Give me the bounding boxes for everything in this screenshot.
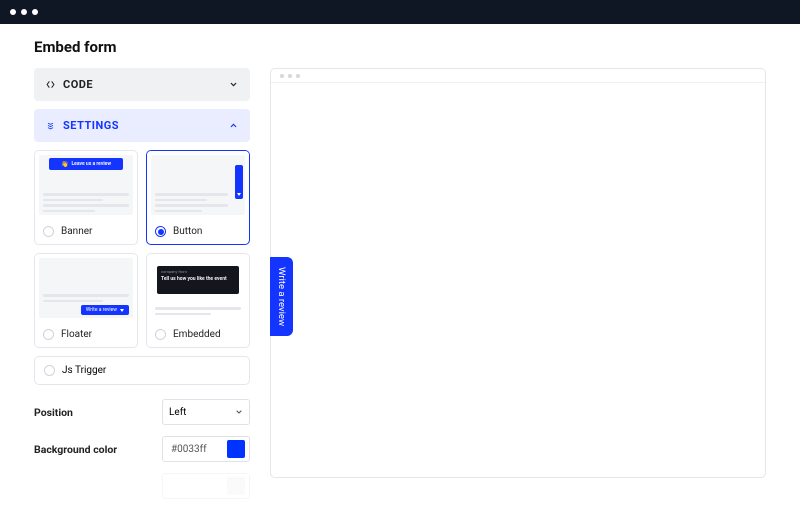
accordion-settings-label: SETTINGS [63, 119, 119, 132]
preview-floating-button[interactable]: Write a review [270, 257, 293, 336]
thumb-banner: 👋Leave us a review [35, 151, 137, 219]
position-select[interactable]: Left [162, 399, 250, 425]
accordion-code-header[interactable]: CODE [34, 68, 250, 101]
option-label: Embedded [173, 329, 221, 340]
window-titlebar [0, 0, 800, 24]
chevron-up-icon [229, 121, 238, 130]
thumb-floater: Write a review [35, 254, 137, 322]
display-option-js-trigger[interactable]: Js Trigger [34, 356, 250, 385]
next-setting-label [34, 480, 37, 493]
position-value: Left [169, 407, 186, 418]
option-label: Banner [61, 226, 92, 237]
radio-floater[interactable] [43, 329, 54, 340]
radio-js-trigger[interactable] [44, 365, 55, 376]
settings-sidebar: CODE SETTINGS [34, 68, 256, 508]
chevron-down-icon [235, 408, 243, 416]
bg-color-input[interactable]: #0033ff [162, 436, 250, 462]
option-label: Floater [61, 329, 92, 340]
position-label: Position [34, 406, 73, 419]
radio-banner[interactable] [43, 226, 54, 237]
next-color-input[interactable] [162, 473, 250, 499]
preview-browser-chrome [271, 69, 765, 83]
bg-color-value: #0033ff [171, 444, 207, 455]
settings-icon [46, 121, 55, 130]
display-option-button[interactable]: Button [146, 150, 250, 245]
form-preview-pane: Write a review [270, 68, 766, 478]
option-label: Js Trigger [62, 365, 106, 376]
thumb-button [147, 151, 249, 219]
bg-color-swatch[interactable] [227, 440, 245, 458]
code-icon [46, 80, 55, 89]
window-dot [10, 9, 16, 15]
window-dot [32, 9, 38, 15]
radio-embedded[interactable] [155, 329, 166, 340]
accordion-settings-header[interactable]: SETTINGS [34, 109, 250, 142]
display-option-floater[interactable]: Write a review Floater [34, 253, 138, 348]
bg-color-label: Background color [34, 443, 117, 456]
display-option-banner[interactable]: 👋Leave us a review Banner [34, 150, 138, 245]
display-option-embedded[interactable]: company fromTell us how you like the eve… [146, 253, 250, 348]
radio-button[interactable] [155, 226, 166, 237]
chevron-down-icon [229, 80, 238, 89]
page-title: Embed form [34, 38, 766, 56]
option-label: Button [173, 226, 202, 237]
accordion-code-label: CODE [63, 78, 93, 91]
window-dot [21, 9, 27, 15]
thumb-embedded: company fromTell us how you like the eve… [147, 254, 249, 322]
